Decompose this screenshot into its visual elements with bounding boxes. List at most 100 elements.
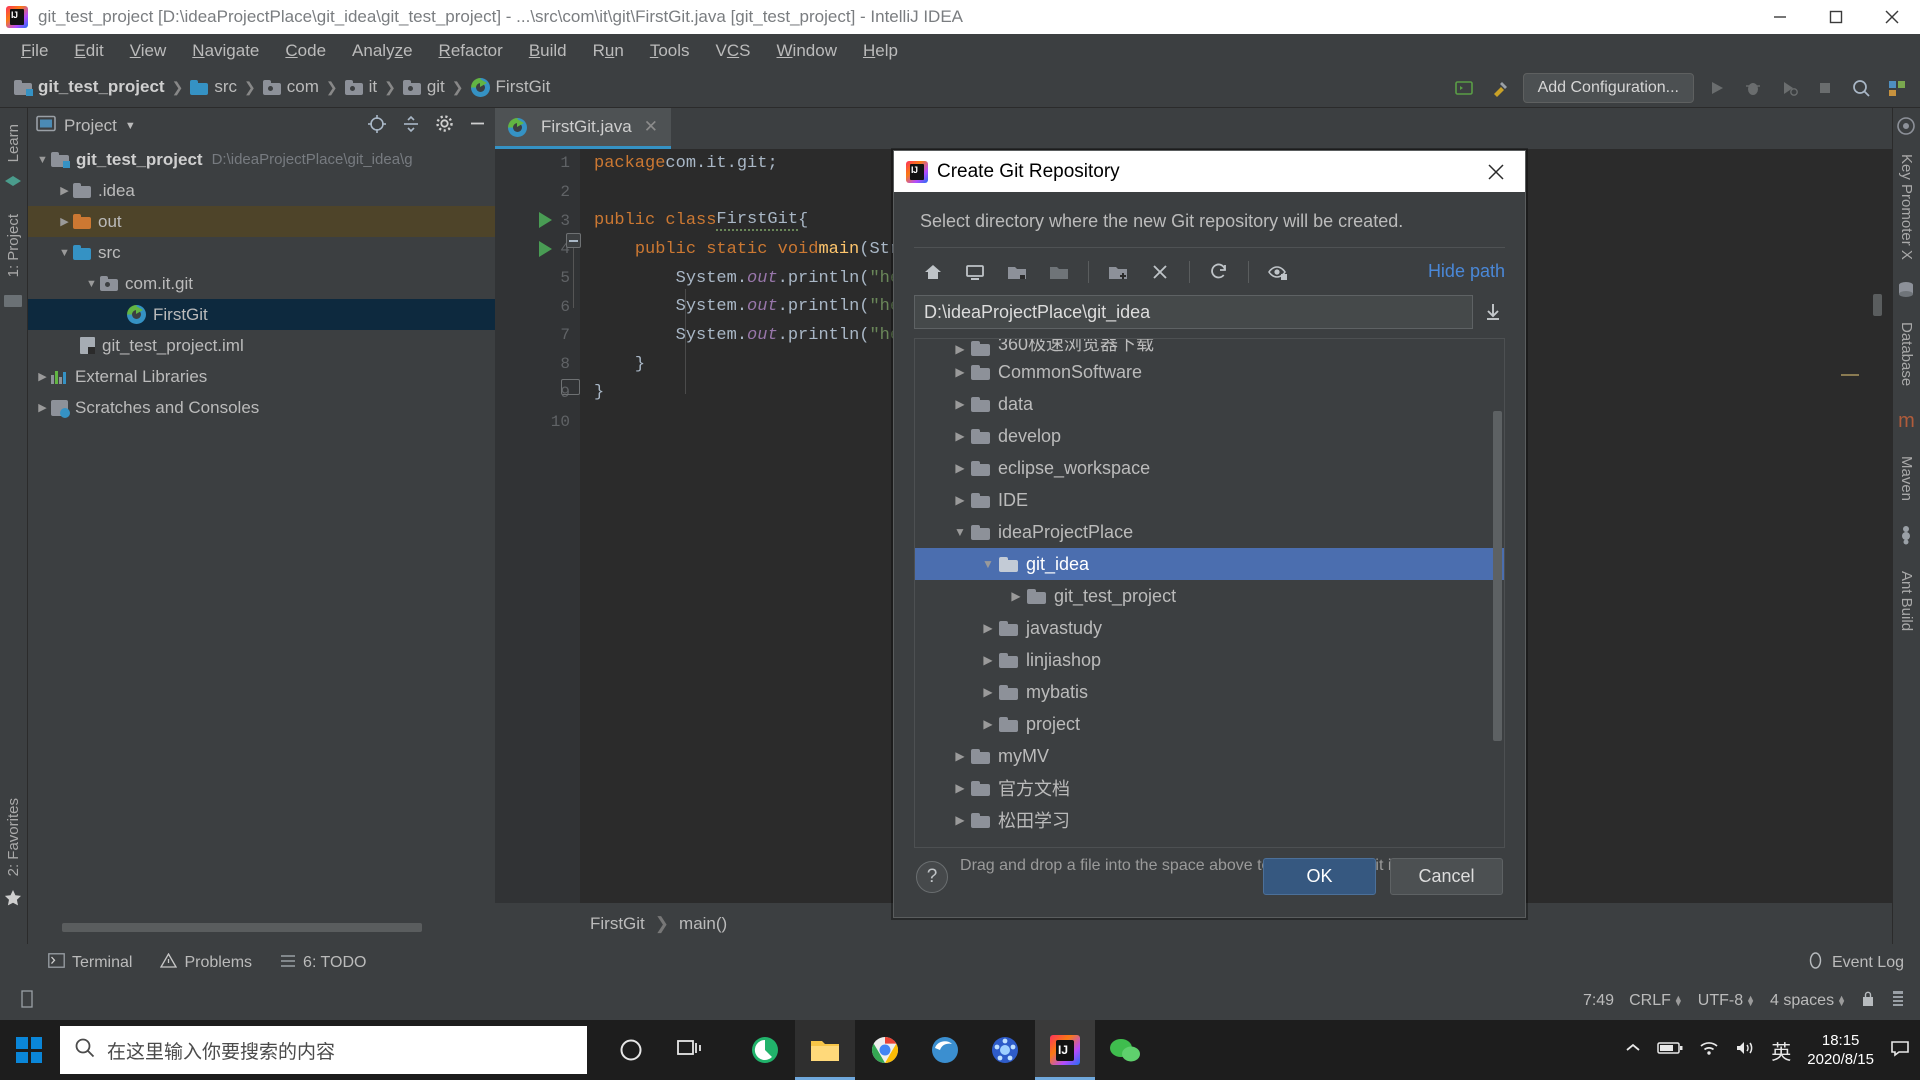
chevron-collapsed-icon[interactable]: ▶	[34, 370, 51, 383]
breadcrumb-item-class[interactable]: FirstGit	[470, 77, 550, 97]
hide-path-link[interactable]: Hide path	[1428, 261, 1505, 282]
wechat-icon[interactable]	[1095, 1020, 1155, 1080]
fold-end-icon[interactable]	[561, 379, 580, 395]
inspection-icon[interactable]	[1890, 990, 1906, 1013]
volume-icon[interactable]	[1735, 1040, 1755, 1061]
tree-row[interactable]: ▶ 360极速浏览器下载	[915, 339, 1504, 356]
chevron-collapsed-icon[interactable]: ▶	[949, 813, 971, 827]
tool-button-problems[interactable]: Problems	[160, 952, 252, 973]
wifi-icon[interactable]	[1699, 1040, 1719, 1061]
encoding[interactable]: UTF-8 ▲ ▼	[1698, 992, 1755, 1010]
sidebar-item-database[interactable]: Database	[1893, 314, 1920, 394]
tree-row[interactable]: ▶ Scratches and Consoles	[28, 392, 495, 423]
tree-row[interactable]: ▶ mybatis	[915, 676, 1504, 708]
sidebar-item-project[interactable]: 1: Project	[0, 206, 27, 285]
download-icon[interactable]	[1481, 300, 1505, 324]
locate-icon[interactable]	[367, 114, 387, 139]
menu-refactor[interactable]: Refactor	[426, 38, 516, 64]
tree-row[interactable]: ▶ External Libraries	[28, 361, 495, 392]
cancel-button[interactable]: Cancel	[1390, 858, 1503, 895]
caret-position[interactable]: 7:49	[1583, 992, 1614, 1010]
project-folder-icon[interactable]	[998, 255, 1036, 289]
project-horizontal-scrollbar[interactable]	[62, 923, 422, 932]
chevron-expanded-icon[interactable]: ▼	[34, 154, 51, 166]
menu-file[interactable]: File	[8, 38, 61, 64]
breadcrumb-item-src[interactable]: src	[190, 77, 237, 97]
show-hidden-icon[interactable]	[1259, 255, 1297, 289]
tool-button-todo[interactable]: 6: TODO	[280, 954, 366, 973]
chevron-collapsed-icon[interactable]: ▶	[1005, 589, 1027, 603]
chevron-down-icon[interactable]: ▼	[125, 120, 136, 132]
new-folder-icon[interactable]	[1099, 255, 1137, 289]
hide-icon[interactable]	[468, 114, 487, 138]
menu-build[interactable]: Build	[516, 38, 580, 64]
editor-gutter[interactable]: 1 2 3 4 5 6 7 8 9 10	[495, 149, 581, 903]
tree-row[interactable]: FirstGit	[28, 299, 495, 330]
fold-region-icon[interactable]	[566, 233, 581, 248]
notifications-icon[interactable]	[1890, 1039, 1910, 1062]
chevron-collapsed-icon[interactable]: ▶	[949, 749, 971, 763]
run-anything-icon[interactable]	[1451, 75, 1477, 101]
chevron-collapsed-icon[interactable]: ▶	[56, 215, 73, 228]
search-everywhere-icon[interactable]	[1848, 75, 1874, 101]
module-folder-icon[interactable]	[1040, 255, 1078, 289]
ok-button[interactable]: OK	[1263, 858, 1376, 895]
edge-icon[interactable]	[915, 1020, 975, 1080]
stop-icon[interactable]	[1812, 75, 1838, 101]
tree-row[interactable]: ▶ out	[28, 206, 495, 237]
tool-button-terminal[interactable]: Terminal	[48, 953, 132, 973]
menu-tools[interactable]: Tools	[637, 38, 703, 64]
breadcrumb-class[interactable]: FirstGit	[590, 914, 645, 934]
tree-row[interactable]: ▶ linjiashop	[915, 644, 1504, 676]
delete-icon[interactable]	[1141, 255, 1179, 289]
tree-row[interactable]: ▶ git_test_project	[915, 580, 1504, 612]
indent-setting[interactable]: 4 spaces ▲ ▼	[1770, 992, 1846, 1010]
menu-vcs[interactable]: VCS	[703, 38, 764, 64]
360-browser-icon[interactable]	[735, 1020, 795, 1080]
tree-row[interactable]: ▶ develop	[915, 420, 1504, 452]
breadcrumb-item-git[interactable]: git	[402, 77, 445, 97]
chevron-collapsed-icon[interactable]: ▶	[949, 781, 971, 795]
ime-indicator[interactable]: 英	[1771, 1036, 1791, 1065]
tree-row[interactable]: ▼ com.it.git	[28, 268, 495, 299]
tree-row[interactable]: ▶ data	[915, 388, 1504, 420]
chevron-collapsed-icon[interactable]: ▶	[949, 342, 971, 356]
tree-row[interactable]: ▼ git_test_project D:\ideaProjectPlace\g…	[28, 144, 495, 175]
refresh-icon[interactable]	[1200, 255, 1238, 289]
close-button[interactable]	[1864, 0, 1920, 34]
help-button[interactable]: ?	[916, 860, 948, 893]
menu-edit[interactable]: Edit	[61, 38, 116, 64]
chevron-collapsed-icon[interactable]: ▶	[977, 717, 999, 731]
chevron-expanded-icon[interactable]: ▼	[977, 557, 999, 571]
tree-row[interactable]: ▶ myMV	[915, 740, 1504, 772]
chevron-collapsed-icon[interactable]: ▶	[56, 184, 73, 197]
breadcrumb-item-project[interactable]: git_test_project	[14, 77, 165, 97]
breadcrumb-item-com[interactable]: com	[262, 77, 319, 97]
menu-run[interactable]: Run	[580, 38, 637, 64]
menu-view[interactable]: View	[117, 38, 180, 64]
run-class-gutter-icon[interactable]	[539, 212, 552, 228]
chevron-collapsed-icon[interactable]: ▶	[34, 401, 51, 414]
cortana-icon[interactable]	[601, 1020, 661, 1080]
chevron-collapsed-icon[interactable]: ▶	[977, 621, 999, 635]
tree-row[interactable]: ▶ 松田学习	[915, 804, 1504, 836]
task-view-icon[interactable]	[661, 1020, 721, 1080]
chevron-collapsed-icon[interactable]: ▶	[949, 493, 971, 507]
directory-tree[interactable]: ▶ 360极速浏览器下载 ▶ CommonSoftware ▶ data ▶ d…	[914, 338, 1505, 848]
sidebar-item-key-promoter[interactable]: Key Promoter X	[1893, 146, 1920, 268]
event-log-button[interactable]: Event Log	[1807, 952, 1904, 974]
collapse-all-icon[interactable]	[401, 114, 421, 139]
run-icon[interactable]	[1704, 75, 1730, 101]
menu-help[interactable]: Help	[850, 38, 911, 64]
tree-row[interactable]: ▶ 官方文档	[915, 772, 1504, 804]
sidebar-item-maven[interactable]: Maven	[1893, 448, 1920, 509]
path-input[interactable]: D:\ideaProjectPlace\git_idea	[914, 295, 1473, 329]
tree-row[interactable]: ▶ CommonSoftware	[915, 356, 1504, 388]
debug-icon[interactable]	[1740, 75, 1766, 101]
tree-row[interactable]: ▶ eclipse_workspace	[915, 452, 1504, 484]
chrome-icon[interactable]	[855, 1020, 915, 1080]
tree-row[interactable]: ▼ src	[28, 237, 495, 268]
chevron-collapsed-icon[interactable]: ▶	[949, 365, 971, 379]
sidebar-item-ant-build[interactable]: Ant Build	[1893, 563, 1920, 639]
add-configuration-button[interactable]: Add Configuration...	[1522, 72, 1694, 103]
